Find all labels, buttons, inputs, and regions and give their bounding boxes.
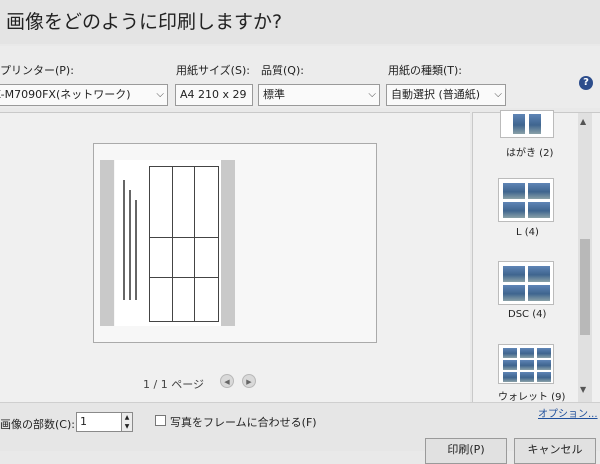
layout-thumb-hagaki[interactable] bbox=[500, 110, 554, 138]
paper-type-value: 自動選択 (普通紙) bbox=[391, 88, 481, 101]
photo-icon bbox=[528, 202, 550, 218]
paper-type-select[interactable]: 自動選択 (普通紙) ⌵ bbox=[386, 84, 506, 106]
text-line bbox=[135, 200, 137, 300]
layout-thumb-dsc[interactable] bbox=[498, 261, 554, 305]
scroll-up-icon[interactable]: ▲ bbox=[580, 117, 586, 126]
photo-icon bbox=[528, 183, 550, 199]
paper-size-value: A4 210 x 29 bbox=[180, 88, 247, 101]
layout-label-dsc: DSC (4) bbox=[508, 309, 547, 320]
layout-scrollbar[interactable]: ▲ ▼ bbox=[578, 113, 592, 402]
quality-label: 品質(Q): bbox=[261, 64, 304, 77]
paper-size-label: 用紙サイズ(S): bbox=[176, 64, 250, 77]
layout-label-wallet: ウォレット (9) bbox=[498, 392, 566, 403]
prev-page-button[interactable]: ◀ bbox=[220, 374, 234, 388]
text-line bbox=[123, 180, 125, 300]
margin-left bbox=[100, 160, 114, 326]
chevron-down-icon: ⌵ bbox=[156, 89, 164, 100]
photo-icon bbox=[528, 266, 550, 282]
preview-image bbox=[115, 160, 221, 326]
page-indicator: 1 / 1 ページ bbox=[143, 378, 204, 391]
layout-label-l: L (4) bbox=[516, 227, 539, 238]
page-preview bbox=[93, 143, 377, 343]
printer-select[interactable]: PX-M7090FX(ネットワーク) ⌵ bbox=[0, 84, 168, 106]
chevron-down-icon: ⌵ bbox=[368, 89, 376, 100]
photo-icon bbox=[513, 114, 525, 134]
photo-icon bbox=[503, 360, 517, 370]
photo-icon bbox=[528, 285, 550, 301]
printer-value: PX-M7090FX(ネットワーク) bbox=[0, 88, 131, 101]
text-line bbox=[129, 190, 131, 300]
layout-thumb-wallet[interactable] bbox=[498, 344, 554, 384]
next-page-button[interactable]: ▶ bbox=[242, 374, 256, 388]
scroll-down-icon[interactable]: ▼ bbox=[580, 385, 586, 394]
photo-icon bbox=[503, 348, 517, 358]
fit-photo-label: 写真をフレームに合わせる(F) bbox=[170, 416, 317, 429]
quality-select[interactable]: 標準 ⌵ bbox=[258, 84, 380, 106]
fit-photo-checkbox[interactable] bbox=[155, 415, 166, 426]
quality-value: 標準 bbox=[263, 88, 285, 101]
dialog-title: 画像をどのように印刷しますか? bbox=[0, 0, 600, 44]
paper-size-select[interactable]: A4 210 x 29 bbox=[175, 84, 253, 106]
photo-icon bbox=[537, 348, 551, 358]
paper-type-label: 用紙の種類(T): bbox=[388, 64, 463, 77]
preview-table bbox=[149, 166, 219, 322]
photo-icon bbox=[537, 360, 551, 370]
photo-icon bbox=[520, 360, 534, 370]
photo-icon bbox=[503, 372, 517, 382]
print-button[interactable]: 印刷(P) bbox=[425, 438, 507, 464]
photo-icon bbox=[537, 372, 551, 382]
copies-input[interactable]: 1 bbox=[76, 412, 122, 432]
photo-icon bbox=[520, 348, 534, 358]
layout-label-hagaki: はがき (2) bbox=[506, 148, 554, 159]
margin-right bbox=[221, 160, 235, 326]
copies-label: 画像の部数(C): bbox=[0, 418, 75, 431]
cancel-button[interactable]: キャンセル bbox=[514, 438, 596, 464]
photo-icon bbox=[520, 372, 534, 382]
photo-icon bbox=[503, 266, 525, 282]
photo-icon bbox=[529, 114, 541, 134]
copies-stepper[interactable]: ▲ ▼ bbox=[121, 412, 133, 432]
help-icon[interactable]: ? bbox=[579, 76, 593, 90]
printer-label: プリンター(P): bbox=[0, 64, 74, 77]
photo-icon bbox=[503, 183, 525, 199]
layout-thumb-l[interactable] bbox=[498, 178, 554, 222]
photo-icon bbox=[503, 202, 525, 218]
options-link[interactable]: オプション... bbox=[538, 405, 598, 420]
scroll-thumb[interactable] bbox=[580, 239, 590, 335]
photo-icon bbox=[503, 285, 525, 301]
chevron-down-icon: ⌵ bbox=[494, 89, 502, 100]
